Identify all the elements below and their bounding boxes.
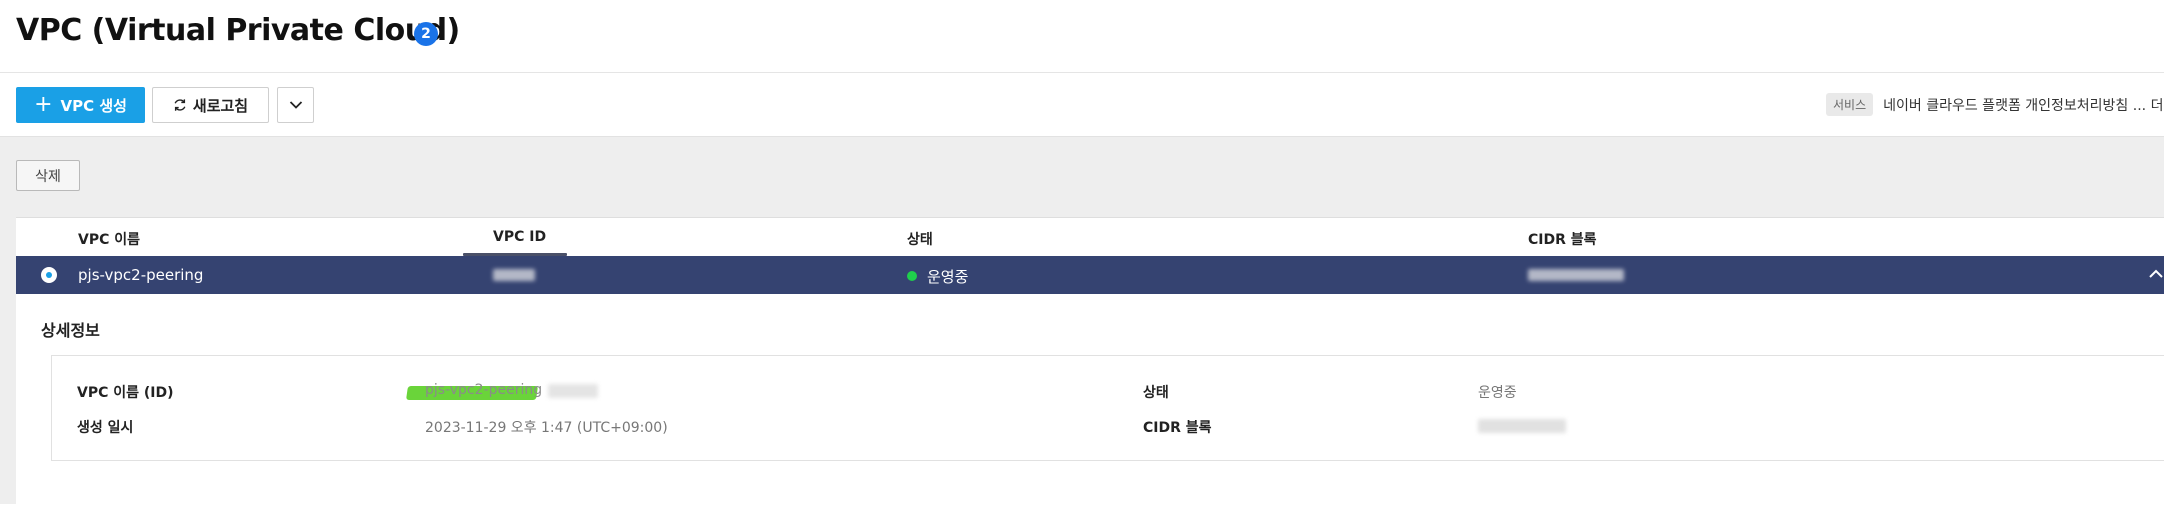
chevron-down-icon — [289, 101, 302, 109]
detail-label-vpc-name: VPC 이름 (ID) — [77, 385, 174, 401]
collapse-row-icon[interactable] — [2148, 268, 2164, 280]
detail-value-created-at: 2023-11-29 오후 1:47 (UTC+09:00) — [425, 420, 668, 436]
row-vpc-id-redacted — [493, 269, 535, 281]
detail-vpc-id-redacted — [548, 384, 598, 398]
detail-label-cidr: CIDR 블록 — [1143, 420, 1212, 436]
detail-panel: 상세정보 VPC 이름 (ID) pjs-vpc2-peering 생성 일시 … — [16, 294, 2164, 505]
detail-value-vpc-name: pjs-vpc2-peering — [425, 382, 543, 398]
notice-banner[interactable]: 서비스 네이버 클라우드 플랫폼 개인정보처리방침 ... 더 — [1826, 93, 2163, 116]
detail-card: VPC 이름 (ID) pjs-vpc2-peering 생성 일시 2023-… — [51, 355, 2164, 461]
notice-tag: 서비스 — [1826, 93, 1874, 116]
refresh-icon — [174, 99, 186, 111]
more-actions-dropdown[interactable] — [277, 87, 314, 123]
column-header-cidr[interactable]: CIDR 블록 — [1528, 229, 1597, 249]
delete-button[interactable]: 삭제 — [16, 160, 80, 191]
detail-value-status: 운영중 — [1478, 385, 1517, 401]
plus-icon: + — [34, 92, 53, 117]
status-running-dot — [907, 271, 917, 281]
detail-label-created-at: 생성 일시 — [77, 420, 134, 436]
refresh-label: 새로고침 — [192, 96, 249, 115]
page-title: VPC (Virtual Private Cloud) — [16, 13, 460, 48]
content-area: 삭제 VPC 이름 VPC ID 상태 CIDR 블록 pjs-vpc2-pee… — [0, 137, 2164, 505]
page-header: VPC (Virtual Private Cloud) 2 — [0, 0, 2164, 73]
vpc-count-badge: 2 — [414, 22, 438, 46]
column-header-vpc-id[interactable]: VPC ID — [493, 229, 546, 245]
row-cidr-redacted — [1528, 269, 1624, 281]
refresh-button[interactable]: 새로고침 — [152, 87, 269, 123]
column-header-vpc-name[interactable]: VPC 이름 — [78, 229, 140, 249]
detail-label-status: 상태 — [1143, 385, 1169, 401]
create-vpc-button[interactable]: + VPC 생성 — [16, 87, 145, 123]
detail-cidr-redacted — [1478, 419, 1566, 433]
notice-text: 네이버 클라우드 플랫폼 개인정보처리방침 ... 더 — [1883, 97, 2164, 114]
detail-title: 상세정보 — [41, 321, 100, 340]
row-radio-selected[interactable] — [41, 267, 57, 283]
table-row[interactable]: pjs-vpc2-peering 운영중 — [16, 256, 2164, 294]
table-header: VPC 이름 VPC ID 상태 CIDR 블록 — [16, 218, 2164, 256]
vpc-table: VPC 이름 VPC ID 상태 CIDR 블록 pjs-vpc2-peerin… — [16, 217, 2164, 505]
create-vpc-label: VPC 생성 — [60, 96, 127, 115]
row-status: 운영중 — [927, 268, 969, 286]
row-vpc-name: pjs-vpc2-peering — [78, 266, 204, 284]
toolbar: + VPC 생성 새로고침 서비스 네이버 클라우드 플랫폼 개인정보처리방침 … — [0, 73, 2164, 137]
column-header-status[interactable]: 상태 — [907, 229, 933, 249]
